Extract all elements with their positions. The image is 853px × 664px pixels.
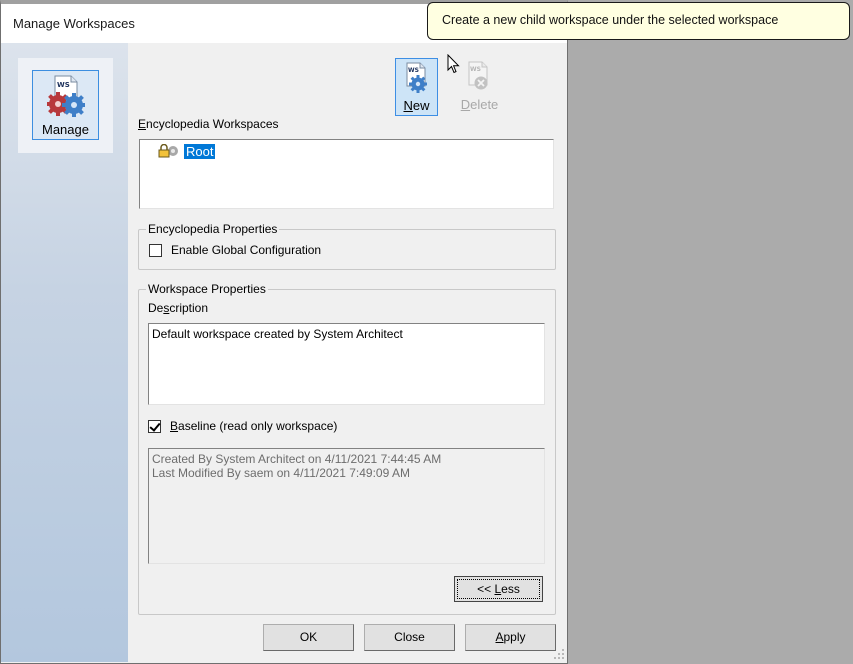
description-textarea[interactable]: Default workspace created by System Arch… [148,323,545,405]
window-title: Manage Workspaces [13,16,135,31]
new-button-label: New [403,98,430,113]
workspace-properties-group: Workspace Properties Description Default… [138,282,556,615]
baseline-checkbox[interactable]: Baseline (read only workspace) [148,419,337,433]
apply-button[interactable]: Apply [465,624,556,651]
delete-button-label: Delete [460,97,499,112]
checkbox-box[interactable] [148,419,161,433]
close-button[interactable]: Close [364,624,455,651]
workspace-manage-icon: WS [47,75,85,117]
checkbox-label: Enable Global Configuration [171,243,322,257]
svg-text:WS: WS [57,81,70,89]
less-button[interactable]: << Less [454,576,543,602]
tooltip: Create a new child workspace under the s… [427,2,850,40]
group-title: Workspace Properties [146,282,268,296]
encyclopedia-properties-group: Encyclopedia Properties Enable Global Co… [138,222,556,270]
modified-by-text: Last Modified By saem on 4/11/2021 7:49:… [152,466,410,480]
locked-workspace-icon [158,144,178,158]
sidebar-item-manage[interactable]: WS Manage [32,70,99,140]
workspaces-tree[interactable]: Root [139,139,554,209]
sidebar: WS Manage [1,43,128,662]
delete-workspace-button[interactable]: WS Delete [458,58,501,116]
tree-item-root[interactable]: Root [158,143,216,159]
delete-workspace-icon: WS [468,61,488,90]
sidebar-item-frame: WS Manage [18,58,113,153]
ok-button[interactable]: OK [263,624,354,651]
checkbox-label: Baseline (read only workspace) [170,419,338,433]
main-content: WS New WS Delete Encyclopedia Workspaces… [128,43,567,662]
less-button-label: << Less [457,579,540,599]
group-title: Encyclopedia Properties [146,222,280,236]
mouse-cursor-icon [447,54,460,74]
svg-text:WS: WS [408,67,419,74]
sidebar-item-label: Manage [42,122,89,137]
new-workspace-button[interactable]: WS New [395,58,438,116]
enable-global-config-checkbox[interactable]: Enable Global Configuration [149,243,321,257]
description-label: Description [148,301,209,315]
new-workspace-icon: WS [406,62,427,93]
workspaces-label: Encyclopedia Workspaces [138,117,279,131]
checkbox-box[interactable] [149,243,162,257]
tree-item-label: Root [184,143,216,159]
created-by-text: Created By System Architect on 4/11/2021… [152,452,442,466]
svg-text:WS: WS [470,66,481,73]
manage-workspaces-dialog: Manage Workspaces WS Manage WS New WS De… [0,0,568,664]
workspace-info-box: Created By System Architect on 4/11/2021… [148,448,545,564]
resize-grip[interactable] [553,648,565,660]
